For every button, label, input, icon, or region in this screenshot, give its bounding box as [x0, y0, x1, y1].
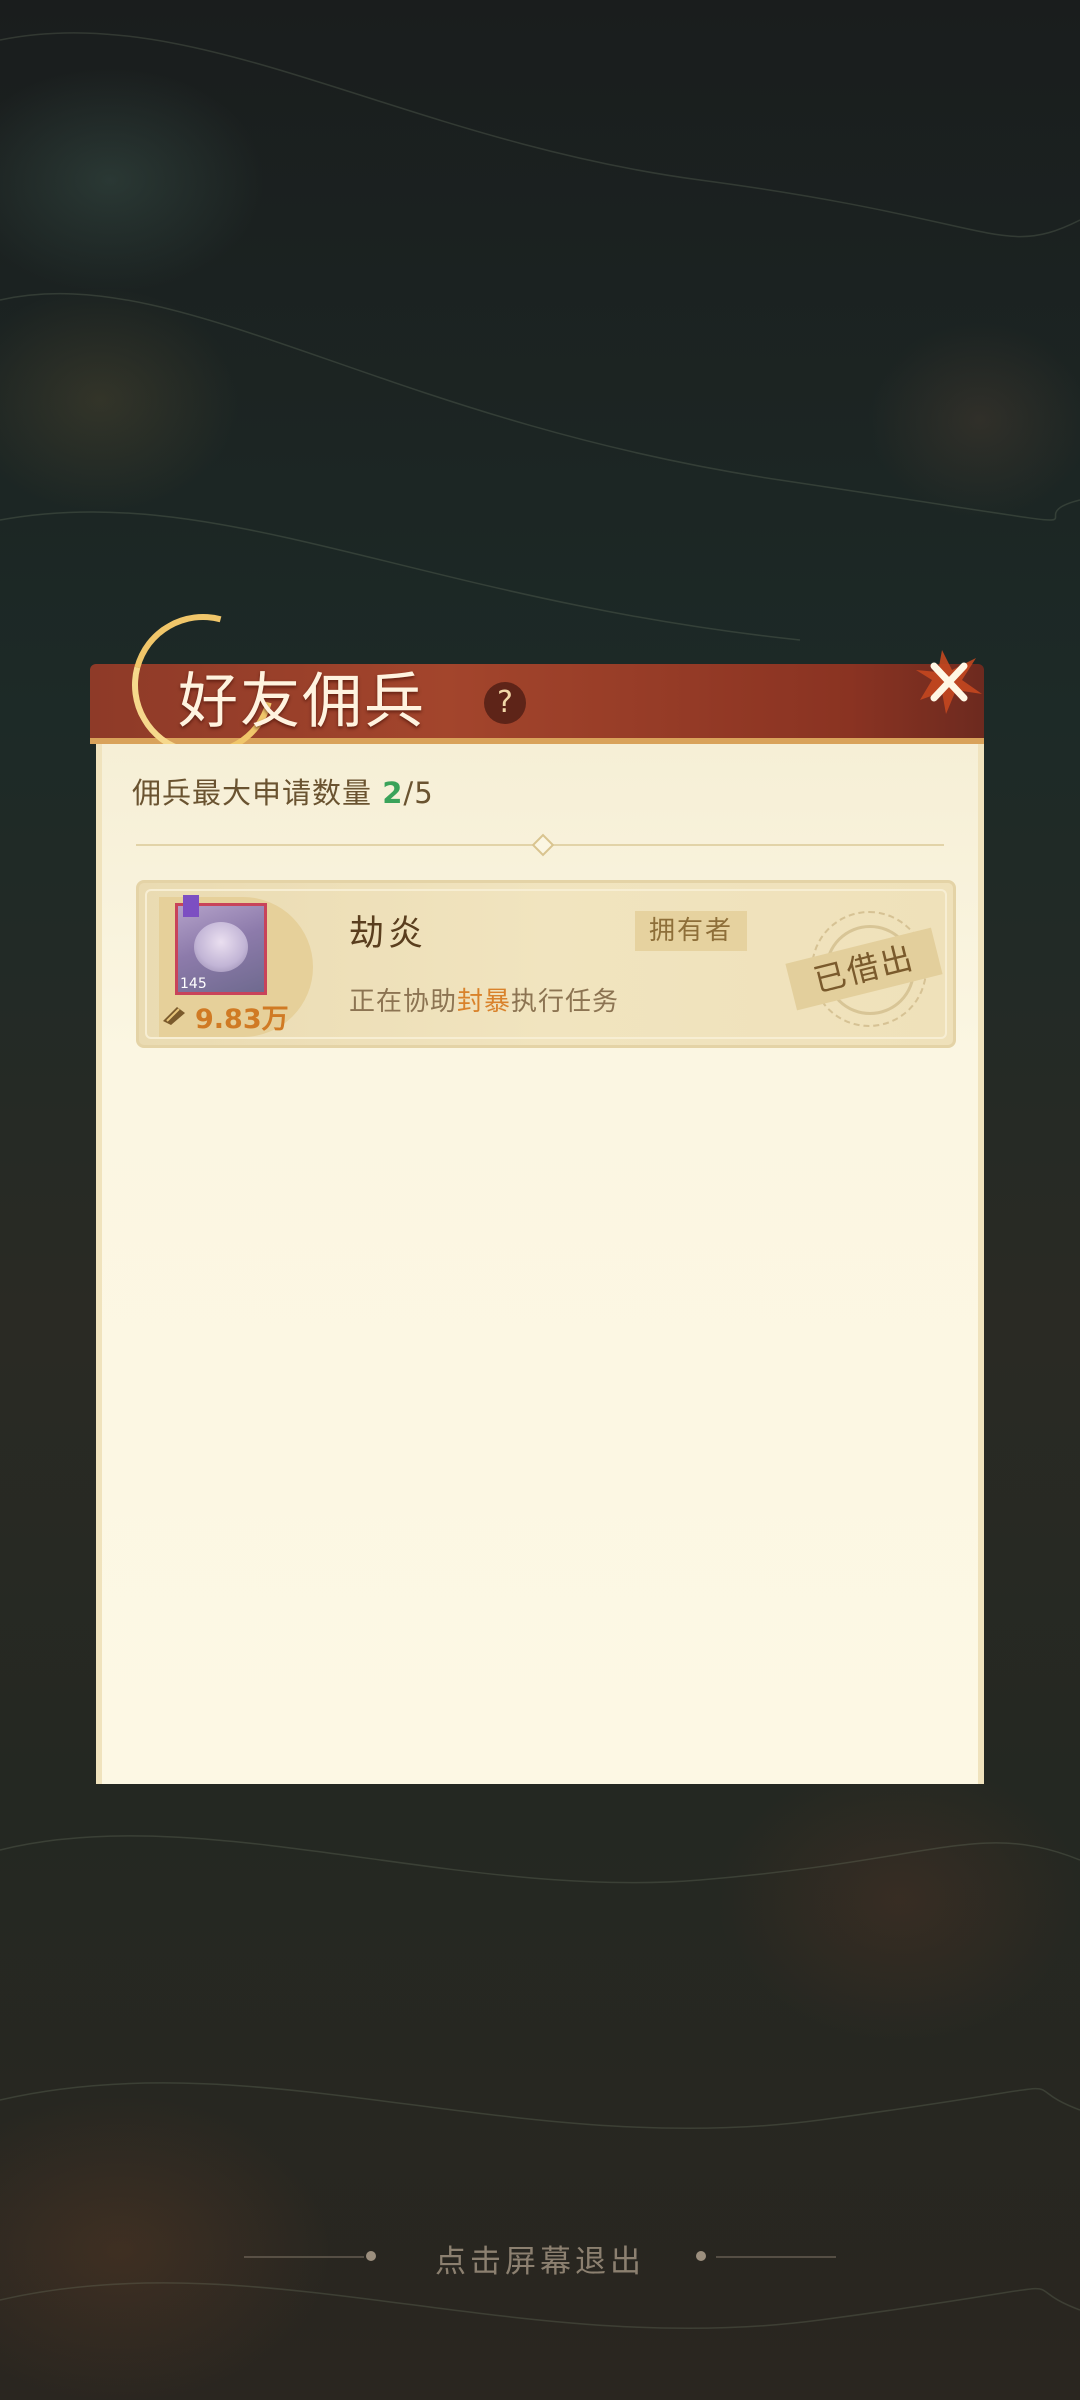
tap-to-exit-hint[interactable]: 点击屏幕退出 [0, 2236, 1080, 2281]
capacity-separator: / [403, 776, 415, 810]
close-icon [916, 650, 982, 714]
owner-tag: 拥有者 [635, 911, 747, 951]
hero-status: 正在协助封暴执行任务 [349, 981, 619, 1018]
helping-player: 封暴 [457, 987, 512, 1017]
power-icon [163, 1007, 185, 1025]
capacity-current: 2 [382, 776, 404, 810]
divider-ornament [531, 833, 555, 857]
hero-portrait [194, 922, 248, 972]
dialog-title: 好友佣兵 [178, 667, 426, 737]
mercenary-card[interactable]: 145 9.83万 劫炎 拥有者 正在协助封暴执行任务 已借出 [136, 880, 956, 1048]
capacity-label: 佣兵最大申请数量 [132, 776, 373, 810]
status-prefix: 正在协助 [349, 987, 458, 1017]
help-button[interactable]: ? [484, 682, 526, 724]
hero-power: 9.83万 [195, 1004, 289, 1035]
hero-level: 145 [180, 976, 207, 992]
mercenary-panel: 佣兵最大申请数量 2/5 145 9.83万 劫炎 拥有者 正在协助封暴执行任务… [96, 744, 984, 1784]
capacity-row: 佣兵最大申请数量 2/5 [132, 770, 434, 812]
footer-line-right [716, 2256, 836, 2258]
capacity-max: 5 [414, 776, 434, 810]
close-button[interactable] [906, 640, 990, 724]
status-suffix: 执行任务 [511, 987, 620, 1017]
hero-name: 劫炎 [349, 914, 428, 954]
footer-dot-right [696, 2251, 706, 2261]
rank-badge [183, 895, 199, 917]
